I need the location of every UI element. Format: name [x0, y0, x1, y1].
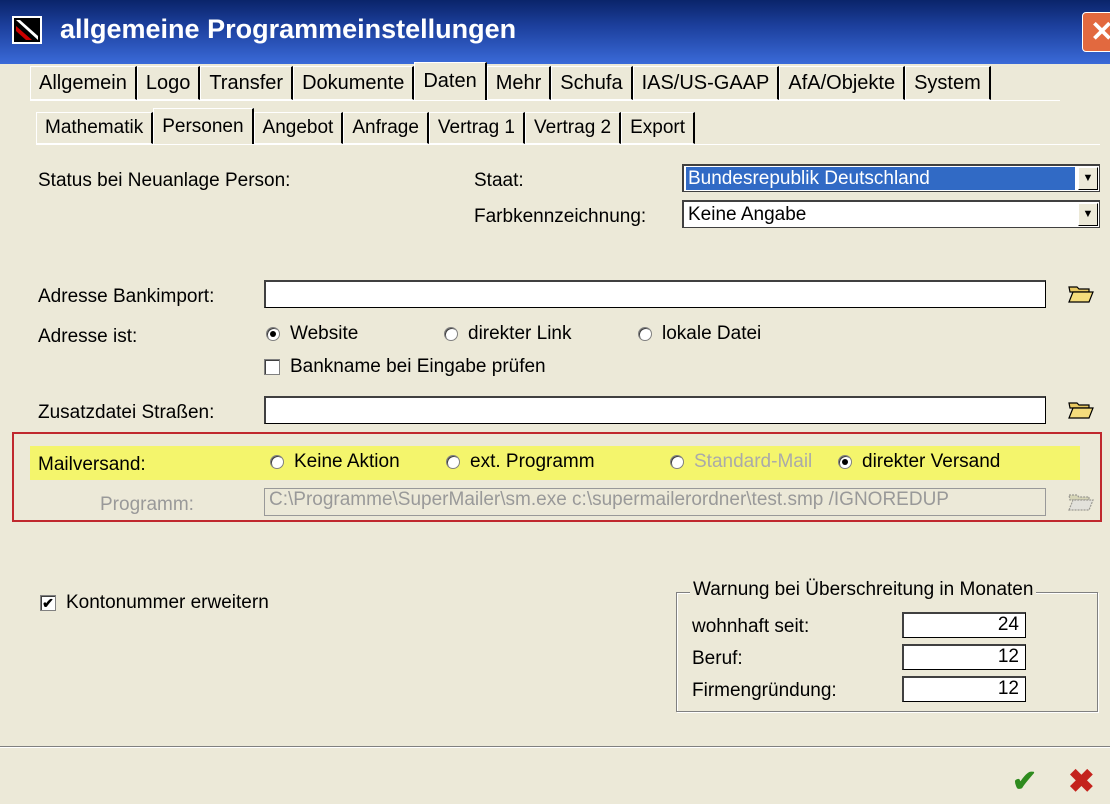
mailversand-radio-1[interactable]: ext. Programm	[446, 451, 595, 473]
farb-select[interactable]: Keine Angabe ▼	[682, 200, 1100, 228]
farb-label: Farbkennzeichnung:	[474, 206, 647, 227]
staat-value: Bundesrepublik Deutschland	[686, 167, 1075, 190]
radio-label: lokale Datei	[662, 323, 762, 344]
radio-dot[interactable]	[638, 327, 652, 341]
adresse-ist-label: Adresse ist:	[38, 326, 138, 347]
kontonummer-label: Kontonummer erweitern	[66, 592, 269, 613]
radio-dot[interactable]	[838, 455, 852, 469]
warnung-row-label: wohnhaft seit:	[692, 616, 810, 637]
tab-daten[interactable]: Daten	[414, 62, 487, 100]
tab-bar-divider	[30, 100, 1060, 101]
adresse-radio-2[interactable]: lokale Datei	[638, 323, 761, 345]
subtab-vertrag-1[interactable]: Vertrag 1	[428, 112, 525, 144]
radio-label: direkter Link	[468, 323, 572, 344]
folder-open-icon[interactable]	[1068, 282, 1094, 304]
kontonummer-check[interactable]: ✔ Kontonummer erweitern	[40, 592, 269, 614]
tab-logo[interactable]: Logo	[136, 66, 201, 100]
farb-value: Keine Angabe	[688, 204, 807, 225]
tab-system[interactable]: System	[905, 66, 991, 100]
radio-dot[interactable]	[670, 455, 684, 469]
warnung-value-input[interactable]: 12	[902, 644, 1026, 670]
warnung-row-label: Beruf:	[692, 648, 743, 669]
bankimport-input[interactable]	[264, 280, 1046, 308]
top-tab-bar: Allgemein Logo Transfer Dokumente Daten Mehr S…	[30, 62, 991, 100]
radio-label: Website	[290, 323, 359, 344]
radio-label: Standard-Mail	[694, 451, 813, 472]
zusatzdatei-label: Zusatzdatei Straßen:	[38, 402, 215, 423]
warnung-value-input[interactable]: 24	[902, 612, 1026, 638]
radio-dot[interactable]	[446, 455, 460, 469]
bankname-checkbox[interactable]	[264, 359, 280, 375]
adresse-radio-0[interactable]: Website	[266, 323, 358, 345]
chevron-down-icon[interactable]: ▼	[1078, 203, 1098, 226]
folder-open-icon[interactable]	[1068, 490, 1094, 512]
subtab-anfrage[interactable]: Anfrage	[343, 112, 429, 144]
tab-schufa[interactable]: Schufa	[551, 66, 633, 100]
subtab-export[interactable]: Export	[621, 112, 696, 144]
tab-allgemein[interactable]: Allgemein	[30, 66, 137, 100]
subtab-angebot[interactable]: Angebot	[253, 112, 344, 144]
subtab-vertrag-2[interactable]: Vertrag 2	[525, 112, 622, 144]
radio-label: direkter Versand	[862, 451, 1001, 472]
cancel-x-icon[interactable]: ✖	[1068, 762, 1095, 800]
chevron-down-icon[interactable]: ▼	[1078, 167, 1098, 190]
warnung-row-label: Firmengründung:	[692, 680, 837, 701]
mailversand-radio-2[interactable]: Standard-Mail	[670, 451, 812, 473]
tab-afa-objekte[interactable]: AfA/Objekte	[779, 66, 906, 100]
radio-dot[interactable]	[444, 327, 458, 341]
zusatzdatei-input[interactable]	[264, 396, 1046, 424]
tab-mehr[interactable]: Mehr	[486, 66, 552, 100]
folder-open-icon[interactable]	[1068, 398, 1094, 420]
radio-label: ext. Programm	[470, 451, 595, 472]
bankimport-label: Adresse Bankimport:	[38, 286, 215, 307]
status-label: Status bei Neuanlage Person:	[38, 170, 291, 191]
tab-transfer[interactable]: Transfer	[200, 66, 294, 100]
subtab-personen[interactable]: Personen	[153, 108, 254, 144]
ok-check-icon[interactable]: ✔	[1012, 764, 1037, 799]
bankname-check-label: Bankname bei Eingabe prüfen	[290, 356, 546, 377]
radio-dot[interactable]	[270, 455, 284, 469]
warnung-value-input[interactable]: 12	[902, 676, 1026, 702]
programm-input[interactable]: C:\Programme\SuperMailer\sm.exe c:\super…	[264, 488, 1046, 516]
tab-dokumente[interactable]: Dokumente	[293, 66, 415, 100]
radio-dot[interactable]	[266, 327, 280, 341]
window-title: allgemeine Programmeinstellungen	[60, 14, 517, 44]
staat-label: Staat:	[474, 170, 524, 191]
mailversand-radio-0[interactable]: Keine Aktion	[270, 451, 400, 473]
warnung-title: Warnung bei Überschreitung in Monaten	[690, 579, 1037, 601]
tab-ias-us-gaap[interactable]: IAS/US-GAAP	[632, 66, 780, 100]
programm-label: Programm:	[100, 494, 194, 515]
adresse-radio-1[interactable]: direkter Link	[444, 323, 572, 345]
subtab-mathematik[interactable]: Mathematik	[36, 112, 154, 144]
sub-tab-bar: Mathematik Personen Angebot Anfrage Vertrag …	[36, 108, 696, 144]
staat-select[interactable]: Bundesrepublik Deutschland ▼	[682, 164, 1100, 192]
bankname-check[interactable]: Bankname bei Eingabe prüfen	[264, 356, 546, 378]
mailversand-label: Mailversand:	[38, 454, 146, 475]
mailversand-radio-3[interactable]: direkter Versand	[838, 451, 1000, 473]
app-icon	[12, 16, 42, 44]
kontonummer-checkbox[interactable]: ✔	[40, 595, 56, 611]
bottom-separator	[0, 746, 1110, 748]
subtab-bar-divider	[36, 144, 1100, 145]
close-button[interactable]: ✕	[1082, 12, 1110, 52]
radio-label: Keine Aktion	[294, 451, 400, 472]
